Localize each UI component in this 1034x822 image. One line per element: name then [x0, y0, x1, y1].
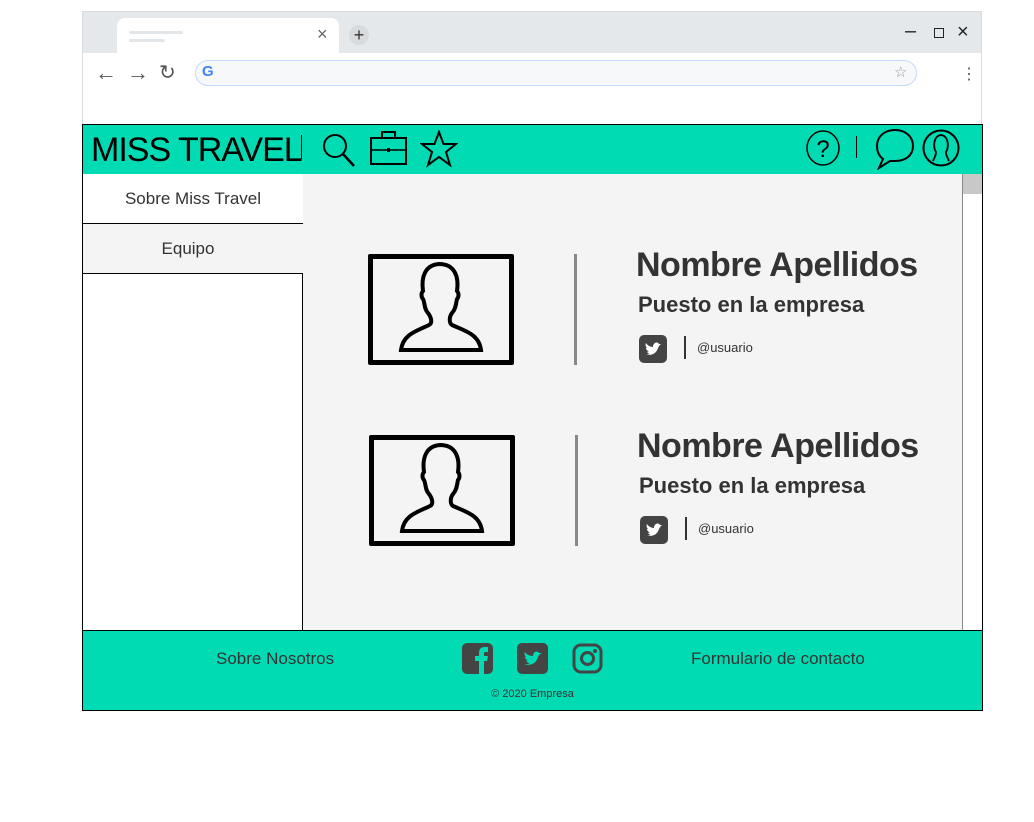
contact-form-link[interactable]: Formulario de contacto: [691, 649, 865, 669]
scrollbar-thumb[interactable]: [963, 174, 982, 194]
person-silhouette-icon: [399, 442, 485, 533]
google-icon: G: [202, 63, 214, 80]
person-silhouette-icon: [398, 261, 484, 352]
close-window-icon[interactable]: ×: [957, 22, 969, 42]
twitter-icon[interactable]: [639, 335, 667, 363]
browser-window: × + – × ← → ↻ G ☆ ⋮: [82, 11, 982, 124]
copyright: © 2020 Empresa: [491, 688, 574, 700]
team-member-card: Nombre Apellidos Puesto en la empresa @u…: [303, 246, 962, 366]
back-icon[interactable]: ←: [95, 62, 117, 84]
card-divider: [574, 254, 577, 365]
sidebar: Sobre Miss Travel Equipo: [82, 174, 303, 631]
about-link[interactable]: Sobre Nosotros: [216, 649, 334, 669]
profile-photo-placeholder: [368, 254, 514, 365]
sidebar-item-label: Equipo: [161, 238, 215, 258]
team-member-card: Nombre Apellidos Puesto en la empresa @u…: [304, 427, 963, 547]
site-header: MISS TRAVEL ?: [82, 124, 983, 175]
member-handle[interactable]: @usuario: [697, 340, 753, 355]
help-icon[interactable]: ?: [805, 129, 843, 169]
new-tab-icon[interactable]: +: [349, 25, 369, 45]
menu-icon[interactable]: ⋮: [961, 64, 977, 84]
logo[interactable]: MISS TRAVEL: [91, 129, 303, 171]
svg-text:?: ?: [816, 136, 829, 163]
tab-strip: × + – ×: [83, 12, 981, 53]
profile-photo-placeholder: [369, 435, 515, 546]
member-name: Nombre Apellidos: [637, 427, 919, 465]
scrollbar[interactable]: [962, 174, 983, 631]
forward-icon[interactable]: →: [127, 62, 149, 84]
member-role: Puesto en la empresa: [638, 292, 865, 317]
site-footer: Sobre Nosotros Formulario de contacto © …: [82, 630, 983, 711]
member-handle[interactable]: @usuario: [698, 521, 754, 536]
sidebar-item-sobre-miss-travel[interactable]: Sobre Miss Travel: [83, 174, 303, 224]
handle-divider: [684, 336, 686, 359]
sidebar-item-equipo[interactable]: Equipo: [83, 224, 303, 274]
close-tab-icon[interactable]: ×: [317, 24, 328, 44]
member-name: Nombre Apellidos: [636, 246, 918, 284]
user-icon[interactable]: [921, 128, 961, 168]
minimize-icon[interactable]: –: [905, 21, 916, 41]
reload-icon[interactable]: ↻: [159, 63, 176, 83]
briefcase-icon[interactable]: [370, 130, 408, 166]
address-bar[interactable]: G ☆: [195, 60, 917, 86]
twitter-icon[interactable]: [640, 516, 668, 544]
member-role: Puesto en la empresa: [639, 473, 866, 498]
instagram-icon[interactable]: [572, 643, 603, 674]
bookmark-star-icon[interactable]: ☆: [894, 63, 907, 81]
twitter-icon[interactable]: [517, 643, 548, 674]
search-icon[interactable]: [321, 131, 357, 169]
browser-tab[interactable]: ×: [117, 18, 339, 53]
card-divider: [575, 435, 578, 546]
sidebar-item-label: Sobre Miss Travel: [124, 188, 262, 208]
facebook-icon[interactable]: [462, 643, 493, 674]
restore-icon[interactable]: [934, 28, 944, 38]
star-icon[interactable]: [420, 130, 458, 168]
handle-divider: [685, 517, 687, 540]
team-content: Nombre Apellidos Puesto en la empresa @u…: [303, 174, 962, 631]
chat-icon[interactable]: [875, 128, 915, 170]
